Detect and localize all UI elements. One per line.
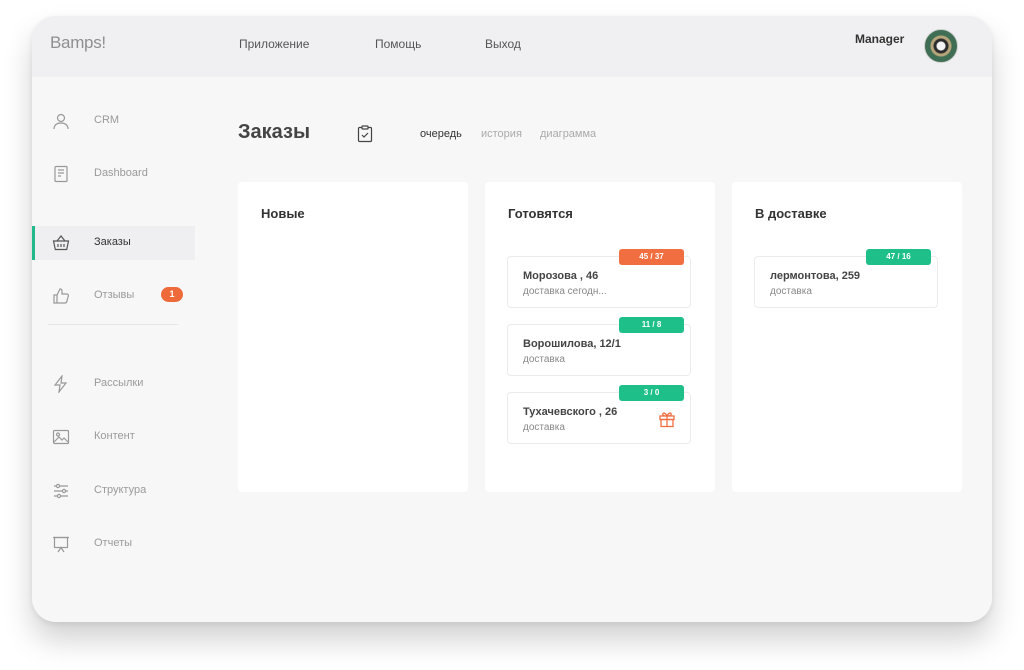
sidebar-item-orders[interactable]: Заказы bbox=[32, 226, 195, 260]
order-status: доставка bbox=[523, 422, 565, 433]
sidebar-item-label: Рассылки bbox=[94, 377, 144, 389]
lightning-icon bbox=[53, 375, 68, 393]
tab-queue[interactable]: очередь bbox=[420, 128, 462, 140]
basket-icon bbox=[52, 235, 70, 251]
sidebar-divider bbox=[48, 324, 178, 325]
nav-app[interactable]: Приложение bbox=[239, 37, 309, 51]
sidebar-item-structure[interactable]: Структура bbox=[32, 474, 195, 508]
app-window: Bamps! Приложение Помощь Выход Manager C… bbox=[32, 16, 992, 622]
presentation-icon bbox=[53, 536, 69, 553]
order-card[interactable]: 45 / 37 Морозова , 46 доставка сегодн... bbox=[507, 249, 691, 308]
sidebar-item-mailings[interactable]: Рассылки bbox=[32, 367, 195, 401]
tab-diagram[interactable]: диаграмма bbox=[540, 128, 596, 140]
column-title: Готовятся bbox=[508, 206, 573, 221]
sidebar-item-reviews[interactable]: Отзывы 1 bbox=[32, 279, 195, 313]
thumbs-up-icon bbox=[53, 288, 69, 304]
order-address: Ворошилова, 12/1 bbox=[523, 338, 621, 350]
order-status: доставка bbox=[770, 286, 812, 297]
main-content: Заказы очередь история диаграмма Новые Г… bbox=[195, 77, 992, 622]
column-title: В доставке bbox=[755, 206, 827, 221]
order-card[interactable]: 3 / 0 Тухачевского , 26 доставка bbox=[507, 385, 691, 444]
order-address: Тухачевского , 26 bbox=[523, 406, 618, 418]
column-preparing: Готовятся 45 / 37 Морозова , 46 доставка… bbox=[485, 182, 715, 492]
sidebar-item-label: Заказы bbox=[94, 236, 131, 248]
sidebar-item-content[interactable]: Контент bbox=[32, 420, 195, 454]
order-status: доставка bbox=[523, 354, 565, 365]
top-bar: Bamps! Приложение Помощь Выход Manager bbox=[32, 16, 992, 77]
sidebar-item-crm[interactable]: CRM bbox=[32, 104, 195, 138]
image-icon bbox=[52, 429, 70, 445]
nav-logout[interactable]: Выход bbox=[485, 37, 521, 51]
sidebar: CRM Dashboard Заказы Отзывы 1 Рассылки К… bbox=[32, 77, 195, 622]
user-icon bbox=[53, 113, 69, 130]
order-status: доставка сегодн... bbox=[523, 286, 607, 297]
sidebar-item-label: Структура bbox=[94, 484, 147, 496]
reviews-badge: 1 bbox=[161, 287, 183, 302]
document-icon bbox=[54, 165, 68, 183]
clipboard-check-icon bbox=[357, 125, 373, 143]
column-delivery: В доставке 47 / 16 лермонтова, 259 доста… bbox=[732, 182, 962, 492]
page-title: Заказы bbox=[238, 121, 311, 143]
tab-history[interactable]: история bbox=[481, 128, 522, 140]
app-logo[interactable]: Bamps! bbox=[50, 33, 106, 53]
order-address: лермонтова, 259 bbox=[770, 270, 861, 282]
order-address: Морозова , 46 bbox=[523, 270, 599, 282]
column-new: Новые bbox=[238, 182, 468, 492]
order-count-pill: 3 / 0 bbox=[619, 385, 684, 401]
column-title: Новые bbox=[261, 206, 305, 221]
sidebar-item-label: Отзывы bbox=[94, 289, 135, 301]
user-name[interactable]: Manager bbox=[855, 32, 904, 46]
sidebar-item-dashboard[interactable]: Dashboard bbox=[32, 157, 195, 191]
order-card[interactable]: 47 / 16 лермонтова, 259 доставка bbox=[754, 249, 938, 308]
order-count-pill: 47 / 16 bbox=[866, 249, 931, 265]
order-count-pill: 11 / 8 bbox=[619, 317, 684, 333]
sidebar-item-label: CRM bbox=[94, 114, 120, 126]
sidebar-item-label: Dashboard bbox=[94, 167, 148, 179]
nav-help[interactable]: Помощь bbox=[375, 37, 421, 51]
sidebar-item-reports[interactable]: Отчеты bbox=[32, 527, 195, 561]
gift-icon[interactable] bbox=[658, 410, 676, 428]
sidebar-item-label: Отчеты bbox=[94, 537, 133, 549]
sliders-icon bbox=[54, 483, 68, 499]
avatar[interactable] bbox=[924, 29, 958, 63]
order-card[interactable]: 11 / 8 Ворошилова, 12/1 доставка bbox=[507, 317, 691, 376]
order-count-pill: 45 / 37 bbox=[619, 249, 684, 265]
sidebar-item-label: Контент bbox=[94, 430, 135, 442]
